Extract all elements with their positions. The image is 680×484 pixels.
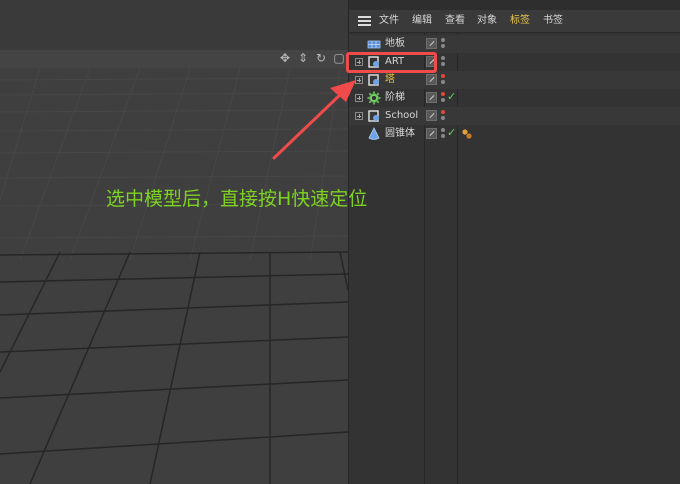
render-dots[interactable] bbox=[441, 56, 445, 68]
object-row-stairs[interactable]: 阶梯 ✓ bbox=[349, 89, 680, 107]
highlight-box bbox=[346, 52, 437, 73]
null-object-icon bbox=[368, 74, 379, 86]
render-dots[interactable] bbox=[441, 38, 445, 50]
enabled-check-icon[interactable]: ✓ bbox=[447, 126, 456, 140]
render-dots[interactable] bbox=[441, 128, 445, 140]
annotation-caption: 选中模型后，直接按H快速定位 bbox=[106, 188, 368, 210]
menu-edit[interactable]: 编辑 bbox=[412, 14, 432, 28]
expand-toggle-icon[interactable] bbox=[355, 112, 363, 120]
menu-tags[interactable]: 标签 bbox=[510, 14, 530, 28]
viewport-grid bbox=[0, 67, 348, 484]
render-dots[interactable] bbox=[441, 92, 445, 104]
visibility-toggle[interactable] bbox=[426, 128, 437, 139]
hamburger-menu-icon[interactable] bbox=[358, 16, 371, 26]
visibility-toggle[interactable] bbox=[426, 38, 437, 49]
visibility-toggle[interactable] bbox=[426, 74, 437, 85]
object-row-floor[interactable]: 地板 bbox=[349, 35, 680, 53]
menu-view[interactable]: 查看 bbox=[445, 14, 465, 28]
expand-toggle-icon[interactable] bbox=[355, 94, 363, 102]
floor-plane-icon bbox=[367, 40, 381, 49]
object-row-cone[interactable]: 圆锥体 ✓ bbox=[349, 125, 680, 143]
visibility-toggle[interactable] bbox=[426, 110, 437, 121]
menu-object[interactable]: 对象 bbox=[477, 14, 497, 28]
enabled-check-icon[interactable]: ✓ bbox=[447, 90, 456, 104]
material-tag-icon[interactable] bbox=[461, 128, 473, 140]
visibility-toggle[interactable] bbox=[426, 92, 437, 103]
object-name: School bbox=[385, 110, 419, 121]
render-dots[interactable] bbox=[441, 74, 445, 86]
null-object-icon bbox=[368, 110, 379, 122]
3d-viewport[interactable]: ✥ ⇕ ↻ ▢ bbox=[0, 0, 348, 484]
object-row-tower[interactable]: 塔 bbox=[349, 71, 680, 89]
object-name: 地板 bbox=[385, 38, 405, 49]
expand-toggle-icon[interactable] bbox=[355, 76, 363, 84]
object-manager-menubar: 文件 编辑 查看 对象 标签 书签 bbox=[349, 10, 680, 33]
object-name: 阶梯 bbox=[385, 92, 405, 103]
panel-top-bar bbox=[349, 0, 680, 10]
object-name: 塔 bbox=[385, 74, 395, 85]
menu-bookmarks[interactable]: 书签 bbox=[543, 14, 563, 28]
gear-object-icon bbox=[367, 91, 381, 105]
cone-icon bbox=[368, 127, 380, 140]
menu-file[interactable]: 文件 bbox=[379, 14, 399, 28]
object-row-school[interactable]: School bbox=[349, 107, 680, 125]
object-name: 圆锥体 bbox=[385, 128, 415, 139]
render-dots[interactable] bbox=[441, 110, 445, 122]
